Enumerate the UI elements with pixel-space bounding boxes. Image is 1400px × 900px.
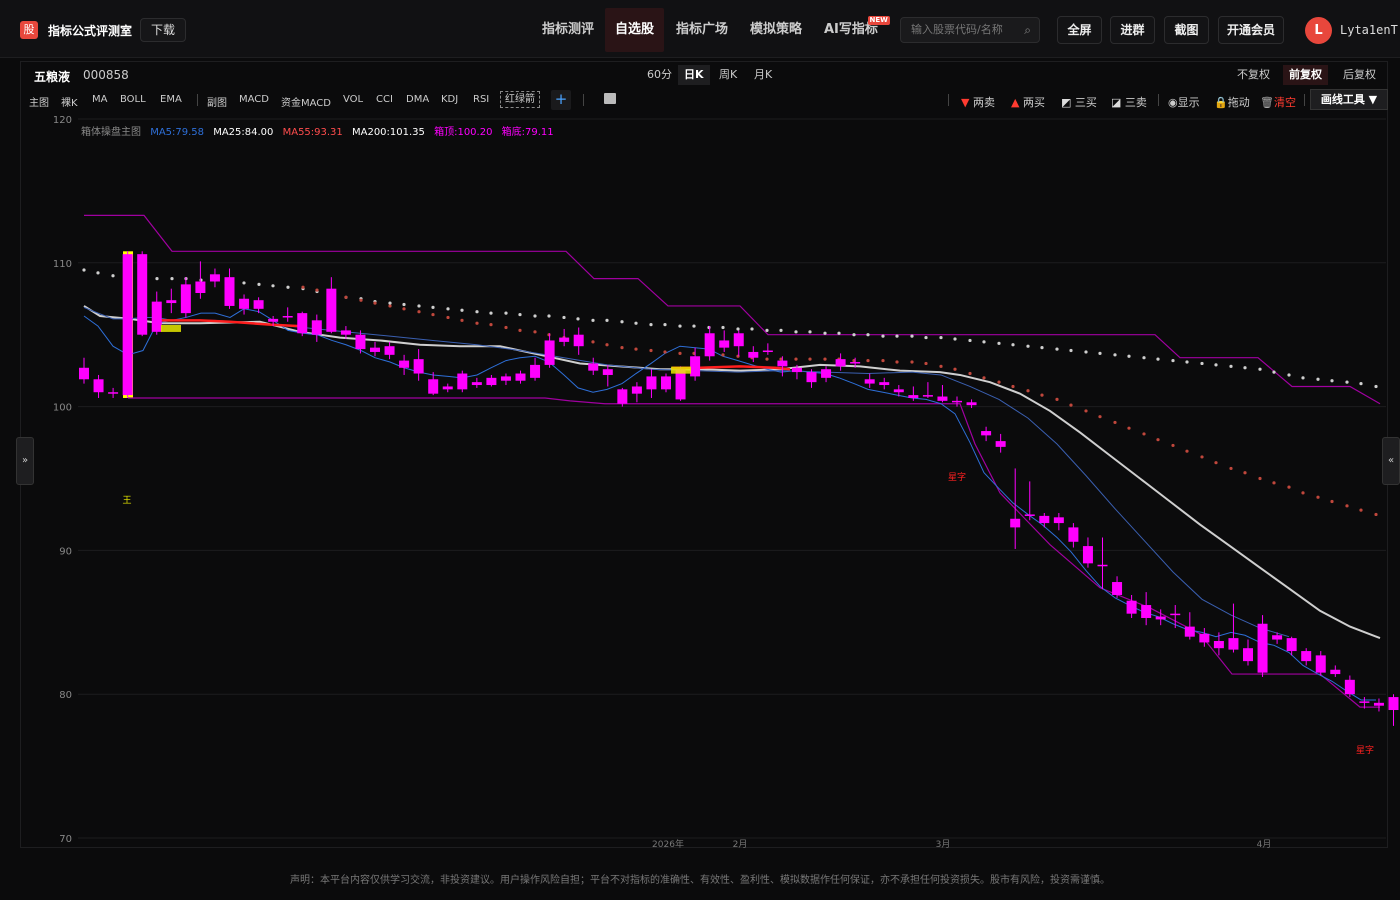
expand-left-button[interactable]: » bbox=[16, 437, 34, 485]
lock-icon: 🔒 bbox=[1214, 96, 1228, 109]
app-title: 指标公式评测室 bbox=[48, 24, 133, 38]
stock-code: 000858 bbox=[83, 68, 129, 82]
legend-box-bottom: 箱底:79.11 bbox=[501, 127, 554, 138]
username[interactable]: Lyta1enT bbox=[1340, 23, 1398, 37]
divider bbox=[948, 94, 949, 106]
divider bbox=[197, 94, 198, 106]
top-bar: 股 指标公式评测室 下载 指标测评 自选股 指标广场 模拟策略 AI写指标 NE… bbox=[0, 0, 1400, 58]
indicator-rsi[interactable]: RSI bbox=[473, 94, 489, 105]
save-icon[interactable] bbox=[604, 93, 616, 104]
draw-clear-label: 清空 bbox=[1273, 96, 1296, 109]
divider bbox=[1158, 94, 1159, 106]
nav-indicator-review[interactable]: 指标测评 bbox=[532, 8, 604, 52]
nav-watchlist[interactable]: 自选股 bbox=[605, 8, 665, 52]
draw-three-buy[interactable]: ◩ 三买 bbox=[1061, 94, 1097, 110]
adjust-backward[interactable]: 后复权 bbox=[1337, 65, 1382, 85]
legend-main: 箱体操盘主图 bbox=[81, 127, 141, 138]
membership-button[interactable]: 开通会员 bbox=[1218, 16, 1284, 44]
disclaimer: 声明：本平台内容仅供学习交流，非投资建议。用户操作风险自担；平台不对指标的准确性… bbox=[290, 875, 1110, 886]
indicator-vol[interactable]: VOL bbox=[343, 94, 363, 105]
indicator-macd[interactable]: MACD bbox=[239, 94, 269, 105]
draw-two-sell-label: 两卖 bbox=[972, 96, 995, 109]
legend-ma200: MA200:101.35 bbox=[351, 127, 425, 138]
indicator-fund-macd[interactable]: 资金MACD bbox=[281, 94, 331, 109]
adjust-forward[interactable]: 前复权 bbox=[1283, 65, 1328, 85]
indicator-ema[interactable]: EMA bbox=[160, 94, 182, 105]
indicator-boll[interactable]: BOLL bbox=[120, 94, 146, 105]
chart-panel: 五粮液 000858 60分 日K 周K 月K 不复权 前复权 后复权 主图 裸… bbox=[20, 61, 1388, 848]
period-monthly[interactable]: 月K bbox=[748, 65, 778, 85]
eye-icon: ◉ bbox=[1168, 96, 1178, 109]
download-button[interactable]: 下载 bbox=[140, 18, 187, 42]
legend-ma55: MA55:93.31 bbox=[282, 127, 343, 138]
adjust-none[interactable]: 不复权 bbox=[1231, 65, 1276, 85]
logo-icon: 股 bbox=[20, 21, 38, 39]
period-60min[interactable]: 60分 bbox=[641, 65, 678, 85]
draw-two-buy[interactable]: ▲ 两买 bbox=[1011, 94, 1045, 110]
add-indicator-button[interactable]: + bbox=[551, 90, 571, 110]
indicator-sub[interactable]: 副图 bbox=[207, 94, 227, 109]
indicator-dma[interactable]: DMA bbox=[406, 94, 429, 105]
draw-show-label: 显示 bbox=[1177, 96, 1200, 109]
period-weekly[interactable]: 周K bbox=[713, 65, 743, 85]
indicator-kdj[interactable]: KDJ bbox=[441, 94, 458, 105]
draw-clear[interactable]: 🗑清空 bbox=[1260, 94, 1296, 110]
divider bbox=[1304, 94, 1305, 106]
draw-show[interactable]: ◉显示 bbox=[1168, 94, 1200, 110]
indicator-ma[interactable]: MA bbox=[92, 94, 107, 105]
draw-two-buy-label: 两买 bbox=[1022, 96, 1045, 109]
search-placeholder: 输入股票代码/名称 bbox=[911, 23, 1003, 36]
draw-three-buy-label: 三买 bbox=[1074, 96, 1097, 109]
draw-drag-label: 拖动 bbox=[1227, 96, 1250, 109]
nav-ai-write-indicator[interactable]: AI写指标 NEW bbox=[814, 8, 890, 52]
indicator-red-green-arrow[interactable]: 红绿箭 bbox=[500, 91, 540, 108]
nav-simulated-strategy[interactable]: 模拟策略 bbox=[740, 8, 812, 52]
avatar[interactable]: L bbox=[1305, 17, 1332, 44]
indicator-cci[interactable]: CCI bbox=[376, 94, 393, 105]
screenshot-button[interactable]: 截图 bbox=[1164, 16, 1209, 44]
draw-three-sell-label: 三卖 bbox=[1124, 96, 1147, 109]
chart-legend: 箱体操盘主图 MA5:79.58 MA25:84.00 MA55:93.31 M… bbox=[81, 123, 560, 138]
indicator-main[interactable]: 主图 bbox=[29, 94, 49, 109]
nav-indicator-plaza[interactable]: 指标广场 bbox=[666, 8, 738, 52]
period-daily[interactable]: 日K bbox=[678, 65, 710, 85]
join-group-button[interactable]: 进群 bbox=[1110, 16, 1155, 44]
stock-name: 五粮液 bbox=[34, 70, 71, 84]
indicator-bare-k[interactable]: 裸K bbox=[61, 94, 78, 109]
trash-icon: 🗑 bbox=[1260, 96, 1274, 109]
candle-body bbox=[1388, 697, 1399, 711]
draw-three-sell[interactable]: ◪ 三卖 bbox=[1111, 94, 1147, 110]
legend-box-top: 箱顶:100.20 bbox=[434, 127, 493, 138]
divider bbox=[583, 94, 584, 106]
expand-right-button[interactable]: « bbox=[1382, 437, 1400, 485]
draw-tools-dropdown[interactable]: 画线工具 ▼ bbox=[1310, 89, 1388, 110]
search-icon[interactable]: ⌕ bbox=[1024, 18, 1031, 42]
draw-two-sell[interactable]: ▼ 两卖 bbox=[961, 94, 995, 110]
legend-ma25: MA25:84.00 bbox=[213, 127, 274, 138]
new-badge: NEW bbox=[867, 16, 890, 25]
legend-ma5: MA5:79.58 bbox=[150, 127, 205, 138]
draw-drag[interactable]: 🔒拖动 bbox=[1214, 94, 1250, 110]
search-input[interactable]: 输入股票代码/名称 ⌕ bbox=[900, 17, 1040, 43]
fullscreen-button[interactable]: 全屏 bbox=[1057, 16, 1102, 44]
